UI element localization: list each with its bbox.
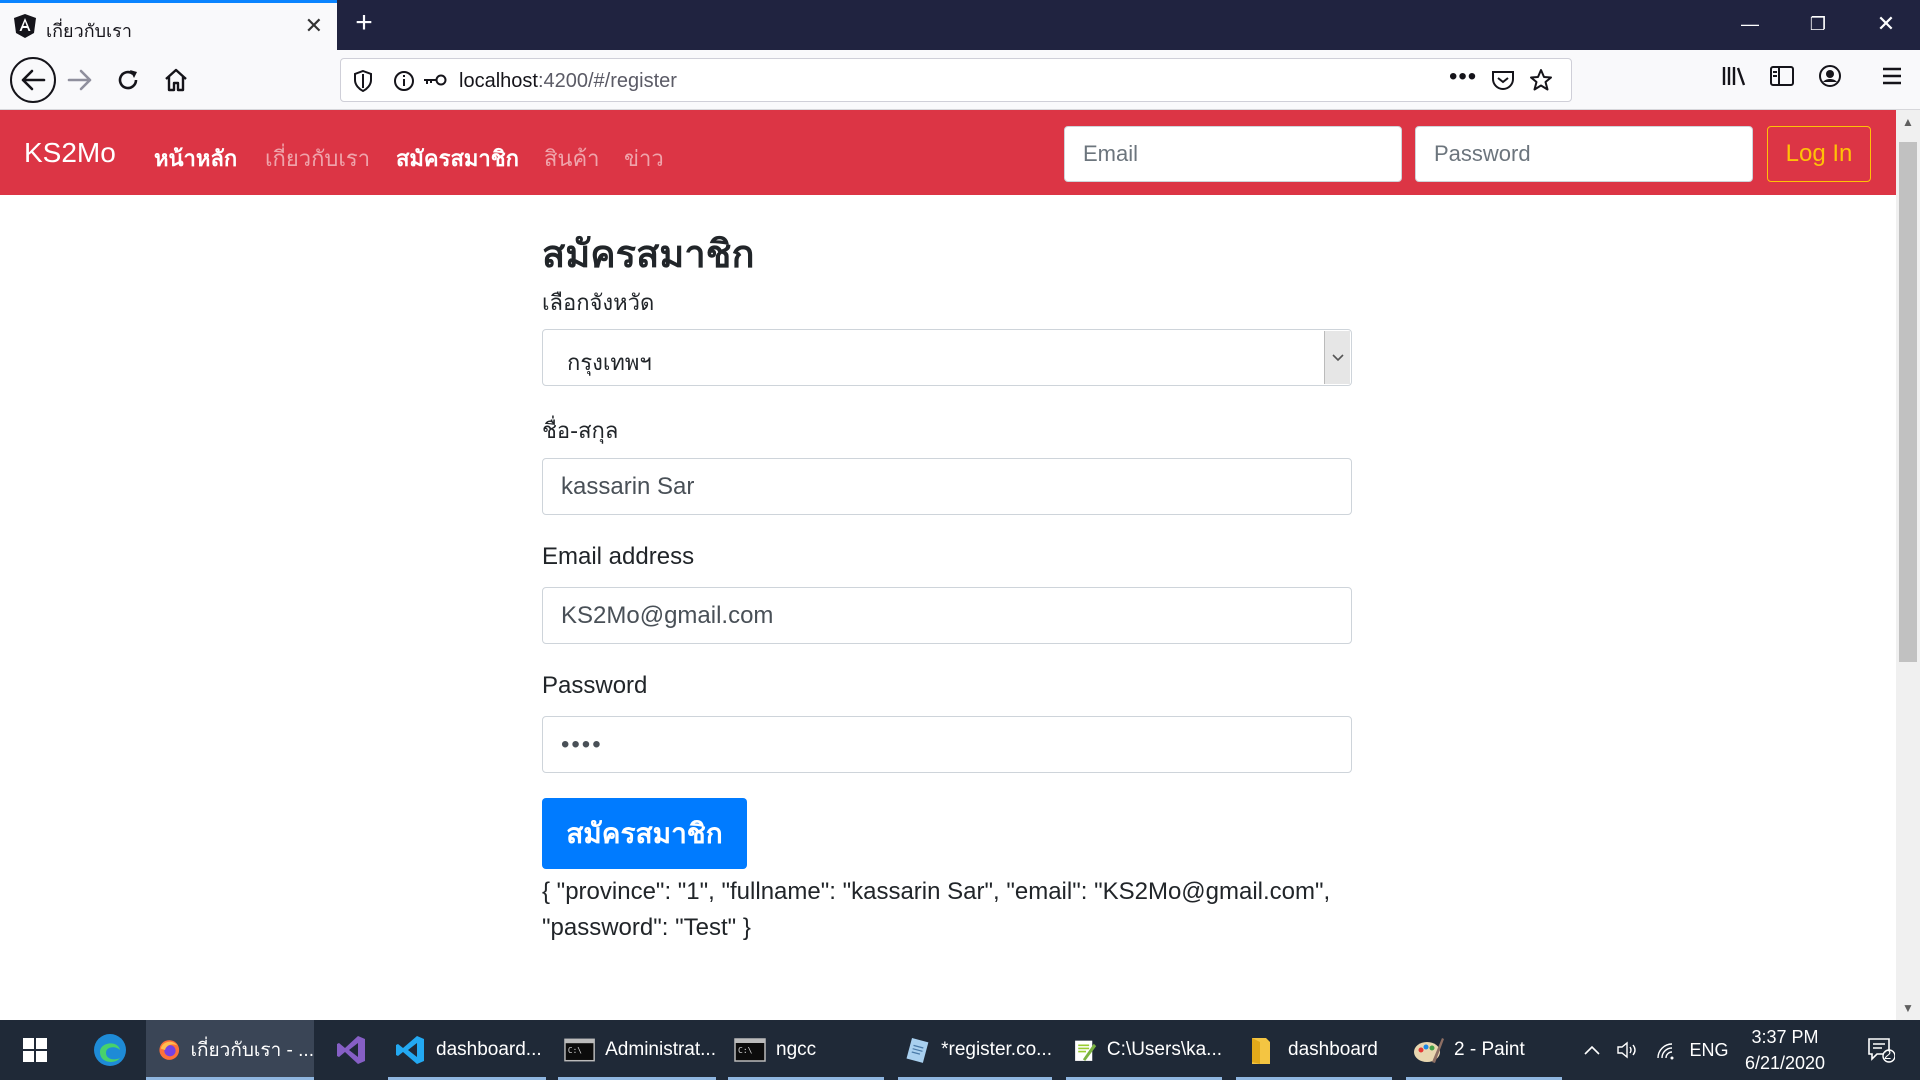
taskbar-item-visual-studio[interactable] [326,1020,376,1080]
reload-icon[interactable] [108,60,148,100]
navbar-email-input[interactable] [1064,126,1402,182]
url-path: :4200/#/register [537,70,677,92]
window-close-icon[interactable]: ✕ [1852,0,1920,50]
taskbar-item-vscode[interactable]: dashboard... [388,1020,546,1080]
scroll-up-icon[interactable]: ▲ [1896,110,1920,134]
fullname-label: ชื่อ-สกุล [542,419,619,444]
forward-arrow-icon[interactable] [60,60,100,100]
windows-taskbar: เกี่ยวกับเรา - ... dashboard... C:\ Admi… [0,1020,1920,1080]
url-bar[interactable]: localhost:4200/#/register ••• [340,58,1572,102]
nav-home[interactable]: หน้าหลัก [154,141,237,176]
info-icon[interactable] [393,70,415,92]
edge-icon[interactable] [86,1020,134,1080]
taskbar-item-ngcc[interactable]: C:\ ngcc [728,1020,884,1080]
taskbar-item-firefox[interactable]: เกี่ยวกับเรา - ... [146,1020,314,1080]
svg-text:C:\: C:\ [568,1046,582,1055]
form-json-output: { "province": "1", "fullname": "kassarin… [542,878,1331,941]
taskbar-item-notepad[interactable]: *register.co... [898,1020,1052,1080]
register-submit-button[interactable]: สมัครสมาชิก [542,798,747,869]
taskbar-item-explorer[interactable]: dashboard [1236,1020,1392,1080]
clock-time: 3:37 PM [1751,1027,1819,1047]
taskbar-label: *register.co... [941,1039,1052,1060]
browser-tab-bar: เกี่ยวกับเรา ✕ + — ❐ ✕ [0,0,1920,50]
hamburger-menu-icon[interactable] [1876,60,1908,92]
password-label: Password [542,672,648,699]
terminal-icon: C:\ [734,1038,766,1062]
minimize-icon[interactable]: — [1716,0,1784,50]
taskbar-label: C:\Users\ka... [1106,1039,1222,1060]
close-tab-icon[interactable]: ✕ [305,14,323,38]
email-label: Email address [542,543,695,570]
taskbar-item-notepadpp[interactable]: C:\Users\ka... [1066,1020,1222,1080]
scrollbar-thumb[interactable] [1899,142,1917,662]
notification-count: 2 [1884,1047,1892,1062]
vscode-icon [396,1036,424,1064]
page-actions-menu-icon[interactable]: ••• [1449,63,1477,91]
url-text: localhost:4200/#/register [459,70,677,93]
nav-register[interactable]: สมัครสมาชิก [396,141,519,176]
browser-toolbar: localhost:4200/#/register ••• [0,50,1920,110]
key-icon[interactable] [423,73,447,87]
login-button[interactable]: Log In [1767,126,1871,182]
clock[interactable]: 3:37 PM 6/21/2020 [1730,1024,1840,1076]
account-icon[interactable] [1814,60,1846,92]
folder-icon [1252,1038,1270,1064]
clock-date: 6/21/2020 [1744,1053,1826,1073]
chevron-down-icon[interactable] [1324,331,1350,384]
start-button[interactable] [0,1020,70,1080]
tracking-shield-icon[interactable] [353,70,373,92]
taskbar-label: 2 - Paint [1454,1039,1525,1060]
nav-products[interactable]: สินค้า [544,141,600,176]
url-host: localhost [459,70,538,92]
password-input[interactable] [542,716,1352,773]
visual-studio-icon [337,1036,365,1064]
app-navbar: KS2Mo หน้าหลัก เกี่ยวกับเรา สมัครสมาชิก … [0,110,1896,195]
browser-tab[interactable]: เกี่ยวกับเรา ✕ [0,0,337,50]
volume-icon[interactable] [1614,1020,1642,1080]
new-tab-plus-icon[interactable]: + [349,8,379,40]
paint-icon [1414,1038,1444,1063]
wifi-icon[interactable] [1652,1020,1680,1080]
scroll-down-icon[interactable]: ▼ [1896,996,1920,1020]
back-arrow-icon[interactable] [10,57,56,103]
restore-icon[interactable]: ❐ [1784,0,1852,50]
page-scrollbar[interactable]: ▲ ▼ [1896,110,1920,1020]
province-selected-value: กรุงเทพฯ [567,351,652,376]
notepad-icon [906,1037,929,1063]
taskbar-label: เกี่ยวกับเรา - ... [190,1040,314,1061]
home-icon[interactable] [156,60,196,100]
taskbar-label: Administrat... [605,1039,716,1060]
province-label: เลือกจังหวัด [542,291,655,316]
fullname-input[interactable] [542,458,1352,515]
angular-icon [14,14,36,38]
bookmark-star-icon[interactable] [1529,68,1553,92]
windows-logo-icon [23,1038,47,1062]
action-center-icon[interactable]: 2 [1856,1020,1906,1080]
taskbar-item-paint[interactable]: 2 - Paint [1406,1020,1562,1080]
taskbar-label: dashboard [1288,1039,1378,1060]
language-indicator[interactable]: ENG [1690,1020,1729,1080]
library-icon[interactable] [1718,60,1750,92]
taskbar-item-admin-terminal[interactable]: C:\ Administrat... [558,1020,716,1080]
tab-title: เกี่ยวกับเรา [46,21,132,42]
show-hidden-icons-chevron-icon[interactable] [1580,1020,1604,1080]
email-input[interactable] [542,587,1352,644]
firefox-icon [159,1040,180,1060]
sidebar-icon[interactable] [1766,60,1798,92]
terminal-icon: C:\ [564,1038,595,1062]
page-title: สมัครสมาชิก [542,232,755,276]
pocket-icon[interactable] [1491,69,1515,91]
nav-about[interactable]: เกี่ยวกับเรา [265,141,370,176]
navbar-password-input[interactable] [1415,126,1753,182]
nav-news[interactable]: ข่าว [624,141,664,176]
svg-text:C:\: C:\ [738,1046,753,1055]
taskbar-label: dashboard... [436,1039,542,1060]
province-select[interactable]: กรุงเทพฯ [542,329,1352,386]
brand-logo[interactable]: KS2Mo [24,137,116,169]
taskbar-label: ngcc [776,1039,817,1060]
notepadpp-icon [1075,1040,1097,1061]
